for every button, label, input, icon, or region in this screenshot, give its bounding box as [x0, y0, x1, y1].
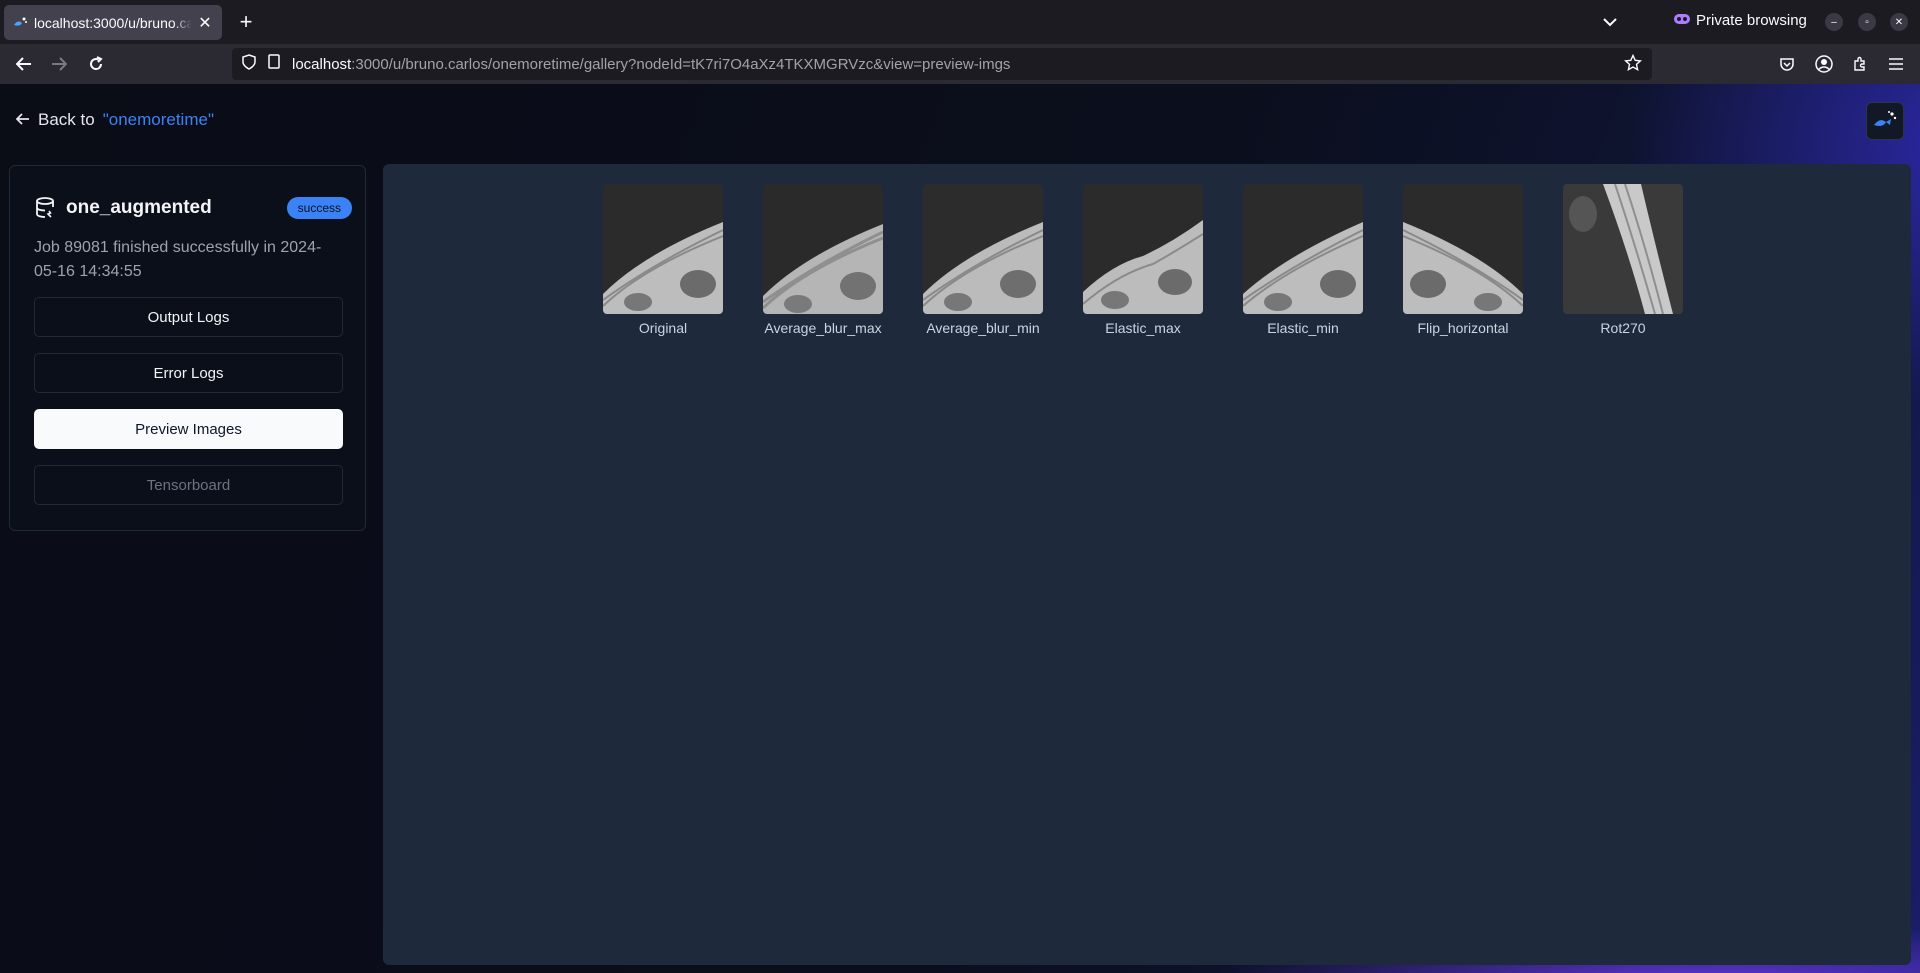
account-icon[interactable]	[1812, 52, 1836, 76]
job-header: one_augmented success	[34, 194, 352, 222]
preview-image[interactable]	[1563, 184, 1683, 314]
preview-image[interactable]	[1083, 184, 1203, 314]
preview-image[interactable]	[603, 184, 723, 314]
error-logs-button[interactable]: Error Logs	[34, 353, 343, 393]
thumbnail-grid: Original Average_blur_max Average_blur_m…	[603, 184, 1683, 336]
shield-icon[interactable]	[242, 53, 256, 75]
thumbnail-label: Average_blur_max	[764, 320, 882, 336]
forward-arrow-icon[interactable]	[47, 52, 71, 76]
private-mask-icon	[1674, 12, 1690, 29]
reload-icon[interactable]	[84, 52, 108, 76]
preview-image[interactable]	[763, 184, 883, 314]
page-info-icon[interactable]	[268, 54, 280, 74]
thumbnail-elastic-min[interactable]: Elastic_min	[1243, 184, 1363, 336]
back-link[interactable]: Back to "onemoretime"	[15, 110, 214, 130]
thumbnail-label: Elastic_min	[1267, 320, 1339, 336]
browser-tab-bar: localhost:3000/u/bruno.carlos/onemoretim…	[0, 0, 1920, 44]
browser-nav-bar: localhost:3000/u/bruno.carlos/onemoretim…	[0, 44, 1920, 84]
page-content: Back to "onemoretime" one_augmented succ…	[0, 84, 1920, 973]
tab-title: localhost:3000/u/bruno.carlos/onemoretim…	[34, 14, 192, 31]
chevron-down-icon[interactable]	[1598, 10, 1622, 34]
new-tab-icon[interactable]: +	[234, 9, 258, 34]
restore-icon[interactable]: ▫	[1858, 13, 1876, 31]
browser-tab[interactable]: localhost:3000/u/bruno.carlos/onemoretim…	[4, 5, 222, 40]
thumbnail-flip-horizontal[interactable]: Flip_horizontal	[1403, 184, 1523, 336]
extensions-icon[interactable]	[1848, 52, 1872, 76]
url-path: :3000/u/bruno.carlos/onemoretime/gallery…	[351, 55, 1011, 73]
pocket-icon[interactable]	[1775, 52, 1799, 76]
bookmark-star-icon[interactable]	[1623, 53, 1643, 77]
job-name: one_augmented	[66, 197, 212, 218]
back-link-prefix: Back to	[38, 110, 95, 129]
database-icon	[34, 196, 58, 220]
url-text: localhost:3000/u/bruno.carlos/onemoretim…	[292, 56, 1010, 73]
thumbnail-original[interactable]: Original	[603, 184, 723, 336]
tensorboard-button[interactable]: Tensorboard	[34, 465, 343, 505]
thumbnail-label: Original	[638, 320, 688, 336]
app-logo-icon[interactable]	[1866, 102, 1904, 140]
private-browsing-label: Private browsing	[1696, 12, 1807, 29]
thumbnail-elastic-max[interactable]: Elastic_max	[1083, 184, 1203, 336]
menu-icon[interactable]	[1884, 52, 1908, 76]
thumbnail-label: Rot270	[1600, 320, 1646, 336]
url-bar[interactable]: localhost:3000/u/bruno.carlos/onemoretim…	[232, 48, 1652, 80]
preview-image[interactable]	[1243, 184, 1363, 314]
private-browsing-indicator: Private browsing	[1674, 12, 1807, 29]
thumbnail-label: Average_blur_min	[926, 320, 1040, 336]
back-arrow-icon[interactable]	[12, 52, 36, 76]
output-logs-button[interactable]: Output Logs	[34, 297, 343, 337]
thumbnail-label: Flip_horizontal	[1417, 320, 1509, 336]
preview-image[interactable]	[923, 184, 1043, 314]
preview-images-button[interactable]: Preview Images	[34, 409, 343, 449]
window-close-icon[interactable]: ✕	[1890, 13, 1908, 31]
thumbnail-label: Elastic_max	[1105, 320, 1181, 336]
job-sidebar: one_augmented success Job 89081 finished…	[9, 165, 366, 531]
thumbnail-rot270[interactable]: Rot270	[1563, 184, 1683, 336]
thumbnail-average-blur-min[interactable]: Average_blur_min	[923, 184, 1043, 336]
url-host: localhost	[292, 55, 352, 73]
datagym-logo-icon	[12, 15, 28, 31]
back-link-project: "onemoretime"	[102, 110, 214, 129]
minimize-icon[interactable]: –	[1825, 13, 1843, 31]
preview-image[interactable]	[1403, 184, 1523, 314]
job-description: Job 89081 finished successfully in 2024-…	[34, 239, 322, 280]
status-badge: success	[286, 197, 352, 219]
close-icon[interactable]: ✕	[196, 14, 214, 32]
thumbnail-average-blur-max[interactable]: Average_blur_max	[763, 184, 883, 336]
arrow-left-icon	[15, 110, 30, 130]
preview-gallery: Original Average_blur_max Average_blur_m…	[383, 164, 1911, 965]
